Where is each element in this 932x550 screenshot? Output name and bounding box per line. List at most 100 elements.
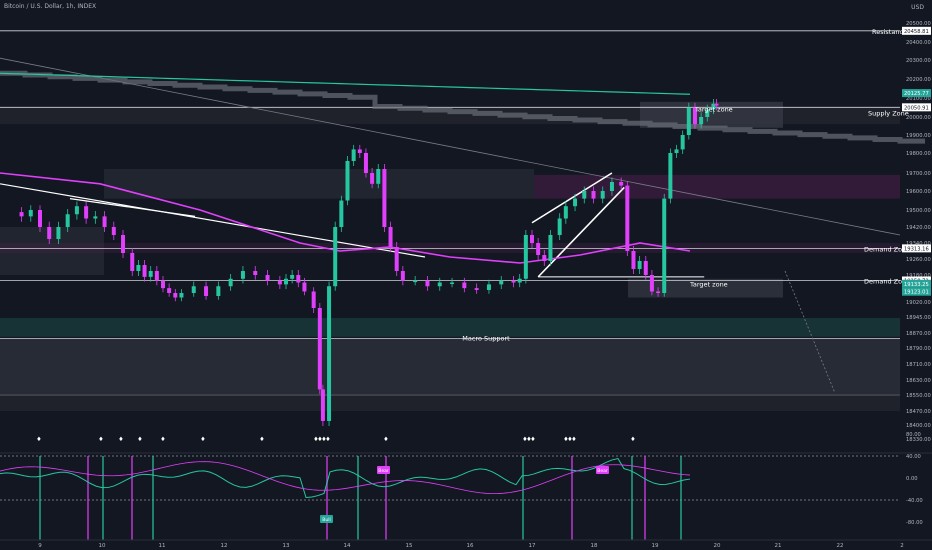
candle-body [284,278,288,285]
candle-body [437,282,442,287]
candle-body [204,286,209,296]
candle-body [680,135,685,150]
price-tick: 18470.00 [906,409,931,415]
symbol-title: Bitcoin / U.S. Dollar, 1h, INDEX [4,3,97,10]
candle-body [563,206,568,219]
price-tick: 19020.00 [906,300,931,306]
osc-tick: -80.00 [906,520,923,526]
time-tick: 14 [344,543,351,549]
time-tick: 12 [221,543,228,549]
candle-body [173,293,178,298]
price-chart[interactable]: ResistanceSupply ZoneDemand ZoneDemand Z… [0,0,932,550]
candle-body [609,182,614,191]
price-badge-label: 20125.77 [904,91,929,97]
resistance-label: Resistance [872,28,907,36]
time-tick: 20 [714,543,721,549]
candle-body [191,286,196,293]
time-tick: 22 [837,543,844,549]
price-tick: 20200.00 [906,77,931,83]
candle-body [111,227,116,235]
time-tick: 11 [159,543,166,549]
candle-body [65,214,70,227]
candle-body [474,288,479,290]
price-tick: 19800.00 [906,151,931,157]
demand-zone-band [0,318,900,337]
price-badge-label: 20458.81 [904,29,929,35]
signal-dot: ♦ [571,436,576,443]
candle-body [668,153,673,199]
candle-body [148,271,153,277]
candle-body [699,117,704,125]
time-tick: 2 [900,543,904,549]
candle-body [674,149,679,153]
signal-dot: ♦ [36,436,41,443]
signal-dot: ♦ [160,436,165,443]
candle-body [47,227,52,239]
time-tick: 17 [529,543,536,549]
time-tick: 10 [99,543,106,549]
target-zone-label-1: Target zone [694,106,733,114]
candle-body [382,169,387,227]
candle-body [277,280,282,285]
signal-dot: ♦ [383,436,388,443]
candle-body [656,291,661,293]
macro-support-label: Macro Support [462,335,510,343]
candle-body [400,271,405,281]
price-tick: 20400.00 [906,40,931,46]
candle-body [499,280,504,285]
candle-body [345,161,350,201]
candle-body [38,210,42,227]
target-zone-label-2: Target zone [689,280,728,288]
candle-body [154,271,159,281]
price-tick: 18630.00 [906,378,931,384]
price-tick: 19500.00 [906,208,931,214]
candle-body [121,235,126,253]
candle-body [351,149,356,161]
candle-body [591,191,596,199]
candle-body [93,216,98,219]
signal-dot: ♦ [325,436,330,443]
candle-body [511,280,516,283]
candle-body [530,235,534,243]
signal-dot: ♦ [200,436,205,443]
osc-tick: 80.00 [906,432,921,438]
price-tick: 20500.00 [906,21,931,27]
candle-body [582,191,587,199]
price-badge-label: 19313.16 [904,246,929,252]
candle-body [290,275,295,279]
price-badge-label: 19123.01 [904,290,929,296]
candle-body [394,247,399,271]
candle-body [548,235,553,261]
candle-body [637,261,642,269]
candle-body [327,286,332,421]
candle-body [333,227,338,287]
candle-body [28,210,33,217]
candle-body [631,251,636,269]
bull-tag-text: Bull [322,517,330,523]
candle-body [662,198,667,293]
candle-body [600,191,605,199]
candle-body [573,198,578,207]
price-tick: 18945.00 [906,315,931,321]
candle-body [19,212,24,217]
price-tick: 18710.00 [906,362,931,368]
time-tick: 21 [775,543,782,549]
price-tick: 18550.00 [906,393,931,399]
signal-dot: ♦ [118,436,123,443]
candle-body [320,389,325,421]
candle-body [517,278,522,283]
candle-body [625,185,630,251]
price-tick: 20000.00 [906,115,931,121]
candle-body [179,293,184,298]
candle-body [376,169,381,184]
candle-body [536,243,541,255]
candle-body [102,216,107,227]
candle-body [686,107,691,135]
candle-body [56,227,61,239]
price-badge-label: 20050.91 [904,105,929,111]
currency-label: USD [911,4,924,11]
candle-body [228,278,233,287]
candle-body [240,271,245,279]
candle-body [302,282,307,292]
price-tick: 18400.00 [906,423,931,429]
